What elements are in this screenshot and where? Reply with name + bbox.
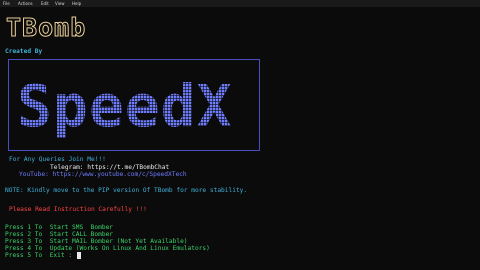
menu-bar: File Actions Edit View Help [0,0,480,7]
menu-edit[interactable]: Edit [41,0,49,7]
queries-line: For Any Queries Join Me!!! [9,156,106,163]
menu-help[interactable]: Help [72,0,81,7]
speedx-logo-box: SpeedX [8,59,260,151]
youtube-line: YouTube: https://www.youtube.com/c/Speed… [19,171,187,178]
terminal-output[interactable]: TBomb Created By SpeedX For Any Queries … [0,7,480,270]
menu-actions[interactable]: Actions [18,0,33,7]
option-5-prompt: Press 5 To Exit : [5,252,73,259]
note-line: NOTE: Kindly move to the PIP version Of … [5,187,248,194]
option-2: Press 2 To Start CALL Bomber [5,231,114,238]
logo-text: SpeedX [17,72,233,140]
text-cursor[interactable] [77,252,81,259]
option-4: Press 4 To Update (Works On Linux And Li… [5,245,210,252]
menu-file[interactable]: File [3,0,10,7]
created-by-label: Created By [5,48,43,55]
instruction-line: Please Read Instruction Carefully !!! [9,206,147,213]
option-3: Press 3 To Start MAIL Bomber (Not Yet Av… [5,238,188,245]
menu-view[interactable]: View [55,0,65,7]
speedx-logo: SpeedX [17,72,233,140]
tbomb-ascii-banner: TBomb [5,13,87,42]
telegram-line: Telegram: https://t.me/TBombChat [50,164,170,171]
option-1: Press 1 To Start SMS Bomber [5,224,114,231]
